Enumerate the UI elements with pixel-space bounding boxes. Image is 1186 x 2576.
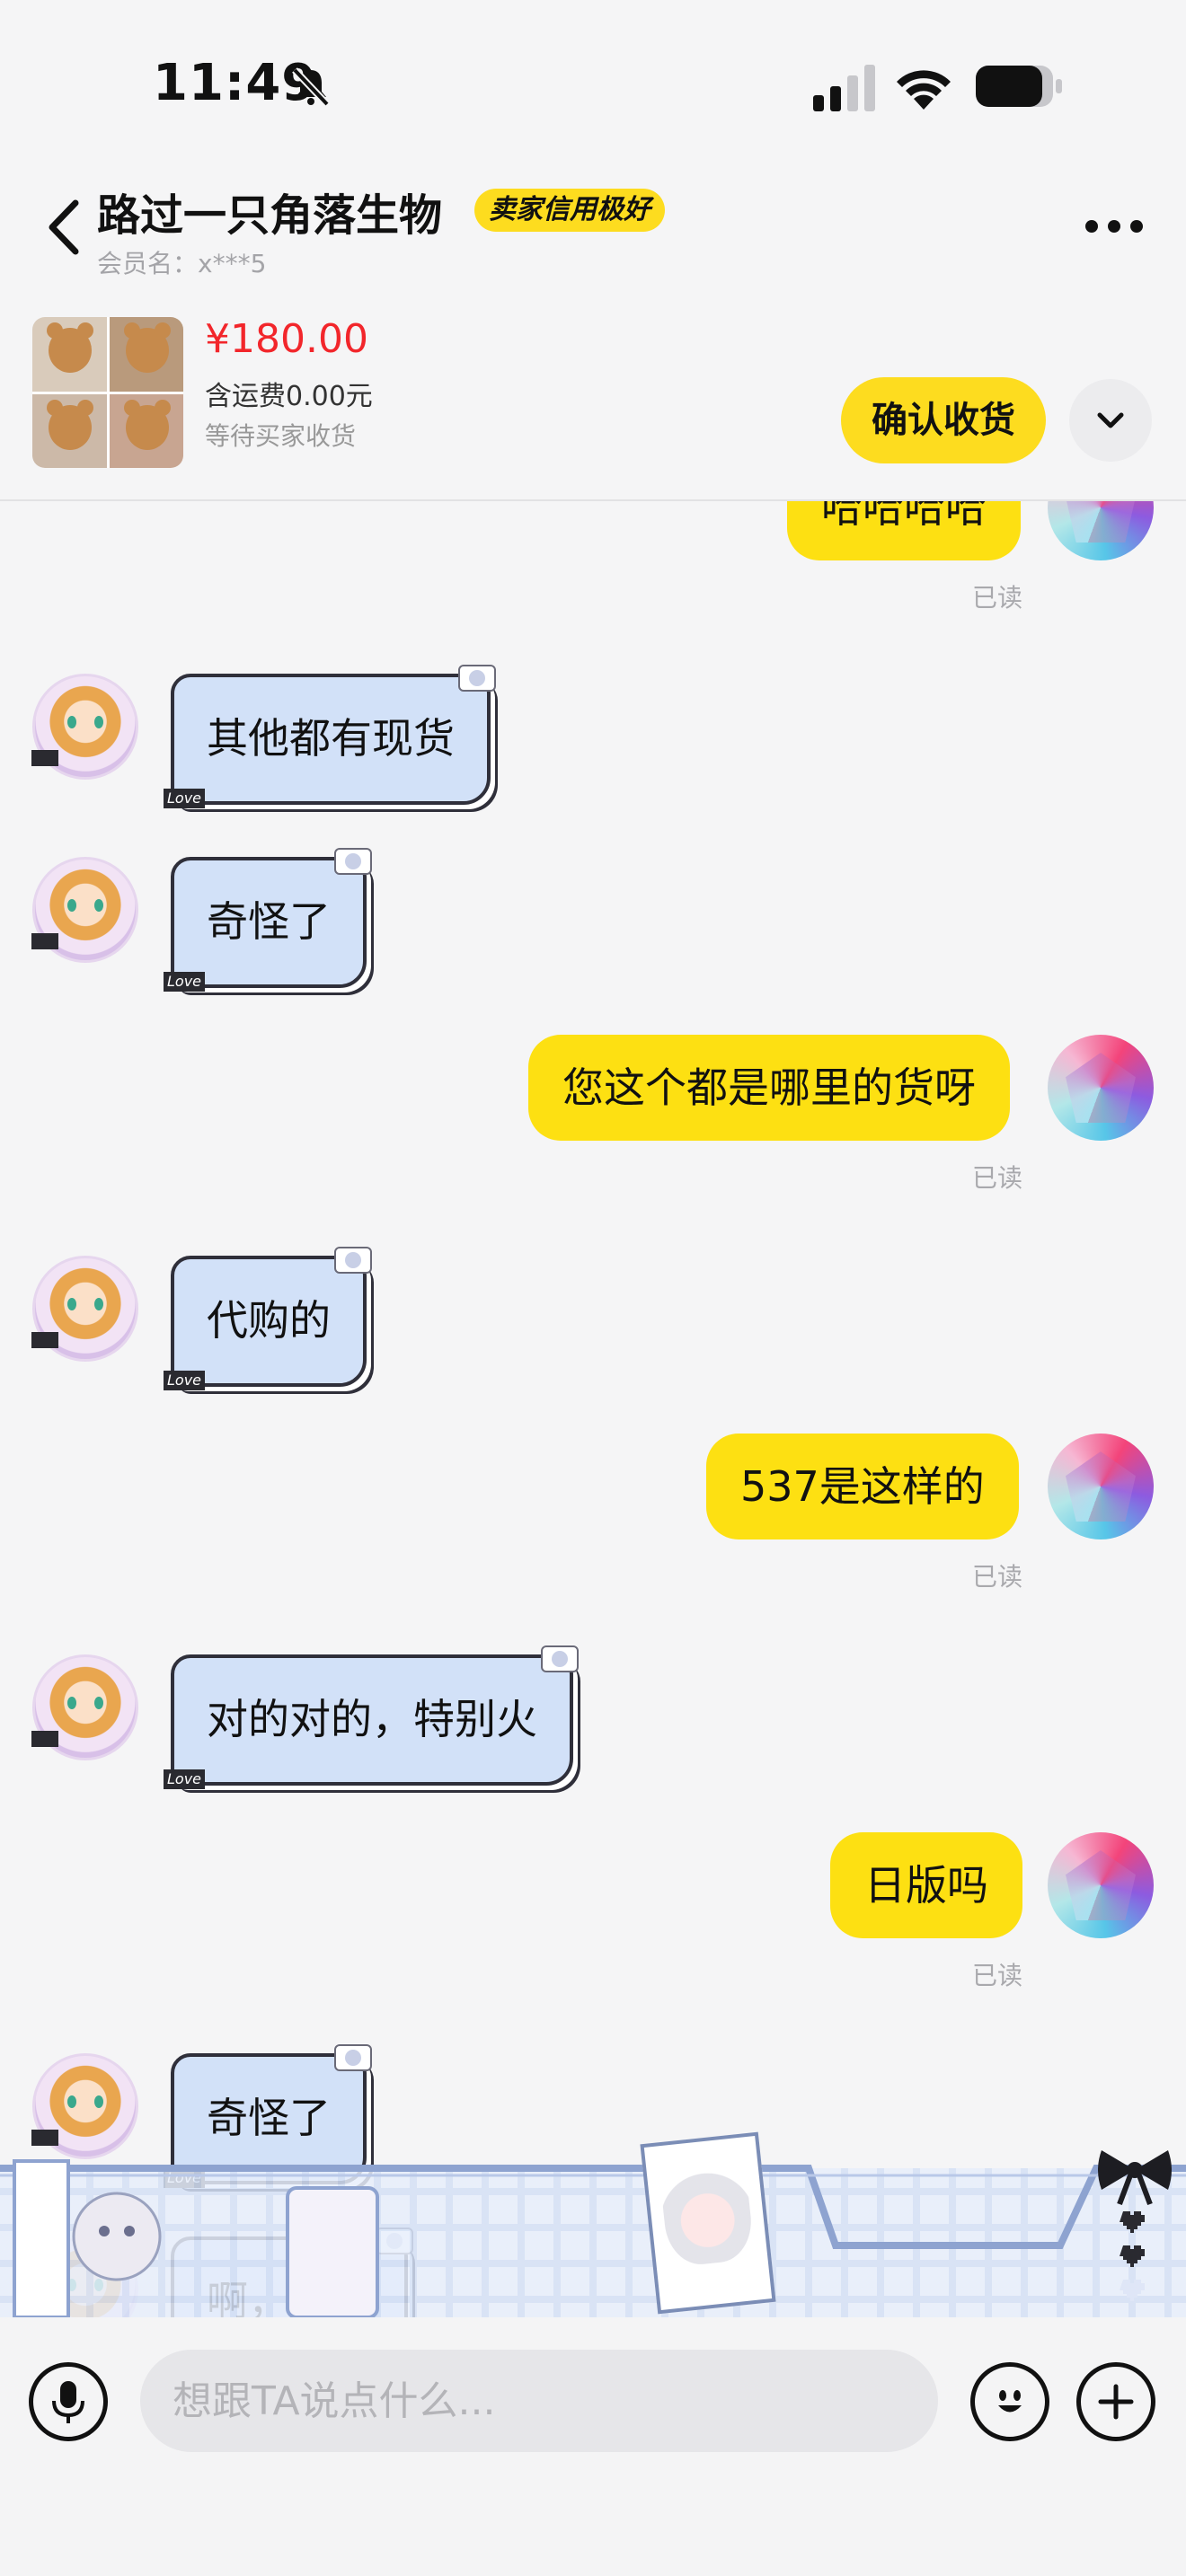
love-tag: Love <box>164 789 206 808</box>
seller-avatar[interactable] <box>31 857 138 963</box>
read-receipt: 已读 <box>972 1562 1023 1592</box>
seller-avatar[interactable] <box>31 674 138 780</box>
input-bar <box>0 2317 1186 2576</box>
seller-avatar[interactable] <box>31 2053 138 2159</box>
sticker-icon <box>541 1645 579 1672</box>
seller-avatar[interactable] <box>31 1654 138 1760</box>
love-tag: Love <box>164 1371 206 1390</box>
sticker-icon <box>334 2044 372 2071</box>
thumb-photo <box>32 317 107 392</box>
shipping-fee: 含运费0.00元 <box>205 381 373 412</box>
microphone-icon <box>52 2381 84 2423</box>
message-text: 奇怪了 <box>207 897 331 946</box>
thumb-photo <box>32 393 107 468</box>
message-input[interactable] <box>140 2350 938 2452</box>
read-receipt: 已读 <box>972 1163 1023 1193</box>
voice-button[interactable] <box>29 2362 108 2441</box>
sticker-icon <box>458 665 496 692</box>
message-text: 奇怪了 <box>207 2094 331 2142</box>
read-receipt: 已读 <box>972 583 1023 613</box>
chevron-down-icon <box>1097 412 1124 428</box>
thumb-photo <box>109 317 183 392</box>
message-text: 啊，对的 <box>207 2277 372 2317</box>
thumb-photo <box>109 393 183 468</box>
seller-avatar[interactable] <box>31 2236 138 2317</box>
message-bubble-incoming[interactable]: 奇怪了 Love <box>164 2044 372 2188</box>
love-tag: Love <box>164 1769 206 1789</box>
order-status: 等待买家收货 <box>205 421 357 451</box>
message-bubble-incoming[interactable]: 奇怪了 Love <box>164 848 372 992</box>
message-bubble-incoming[interactable]: 其他都有现货 Love <box>164 665 496 808</box>
read-receipt: 已读 <box>972 1961 1023 1990</box>
sticker-icon <box>376 2228 413 2254</box>
message-bubble-outgoing[interactable]: 日版吗 <box>830 1832 1022 1938</box>
plus-icon <box>1098 2384 1134 2420</box>
more-actions-button[interactable] <box>1076 2362 1155 2441</box>
message-bubble-incoming[interactable]: 代购的 Love <box>164 1247 372 1390</box>
my-avatar[interactable] <box>1048 1035 1154 1141</box>
order-price: ¥180.00 <box>205 316 368 362</box>
my-avatar[interactable] <box>1048 1832 1154 1938</box>
message-bubble-outgoing[interactable]: 537是这样的 <box>706 1434 1019 1539</box>
message-text: 对的对的，特别火 <box>207 1695 537 1743</box>
love-tag: Love <box>164 2168 206 2188</box>
seller-avatar[interactable] <box>31 1256 138 1362</box>
message-bubble-incoming[interactable]: 对的对的，特别火 Love <box>164 1645 579 1789</box>
sticker-icon <box>334 848 372 875</box>
message-bubble-outgoing[interactable]: 您这个都是哪里的货呀 <box>528 1035 1010 1141</box>
emoji-button[interactable] <box>970 2362 1049 2441</box>
expand-order-button[interactable] <box>1069 379 1152 462</box>
order-card[interactable]: ¥180.00 含运费0.00元 等待买家收货 确认收货 <box>0 296 1186 501</box>
message-text: 其他都有现货 <box>207 714 455 763</box>
smiley-icon <box>998 2390 1022 2413</box>
sticker-icon <box>334 1247 372 1274</box>
my-avatar[interactable] <box>1048 1434 1154 1539</box>
love-tag: Love <box>164 972 206 992</box>
message-text: 代购的 <box>207 1296 331 1345</box>
message-bubble-incoming[interactable]: 啊，对的 <box>171 2228 413 2317</box>
product-thumbnail[interactable] <box>32 317 183 468</box>
confirm-receipt-button[interactable]: 确认收货 <box>841 377 1046 463</box>
